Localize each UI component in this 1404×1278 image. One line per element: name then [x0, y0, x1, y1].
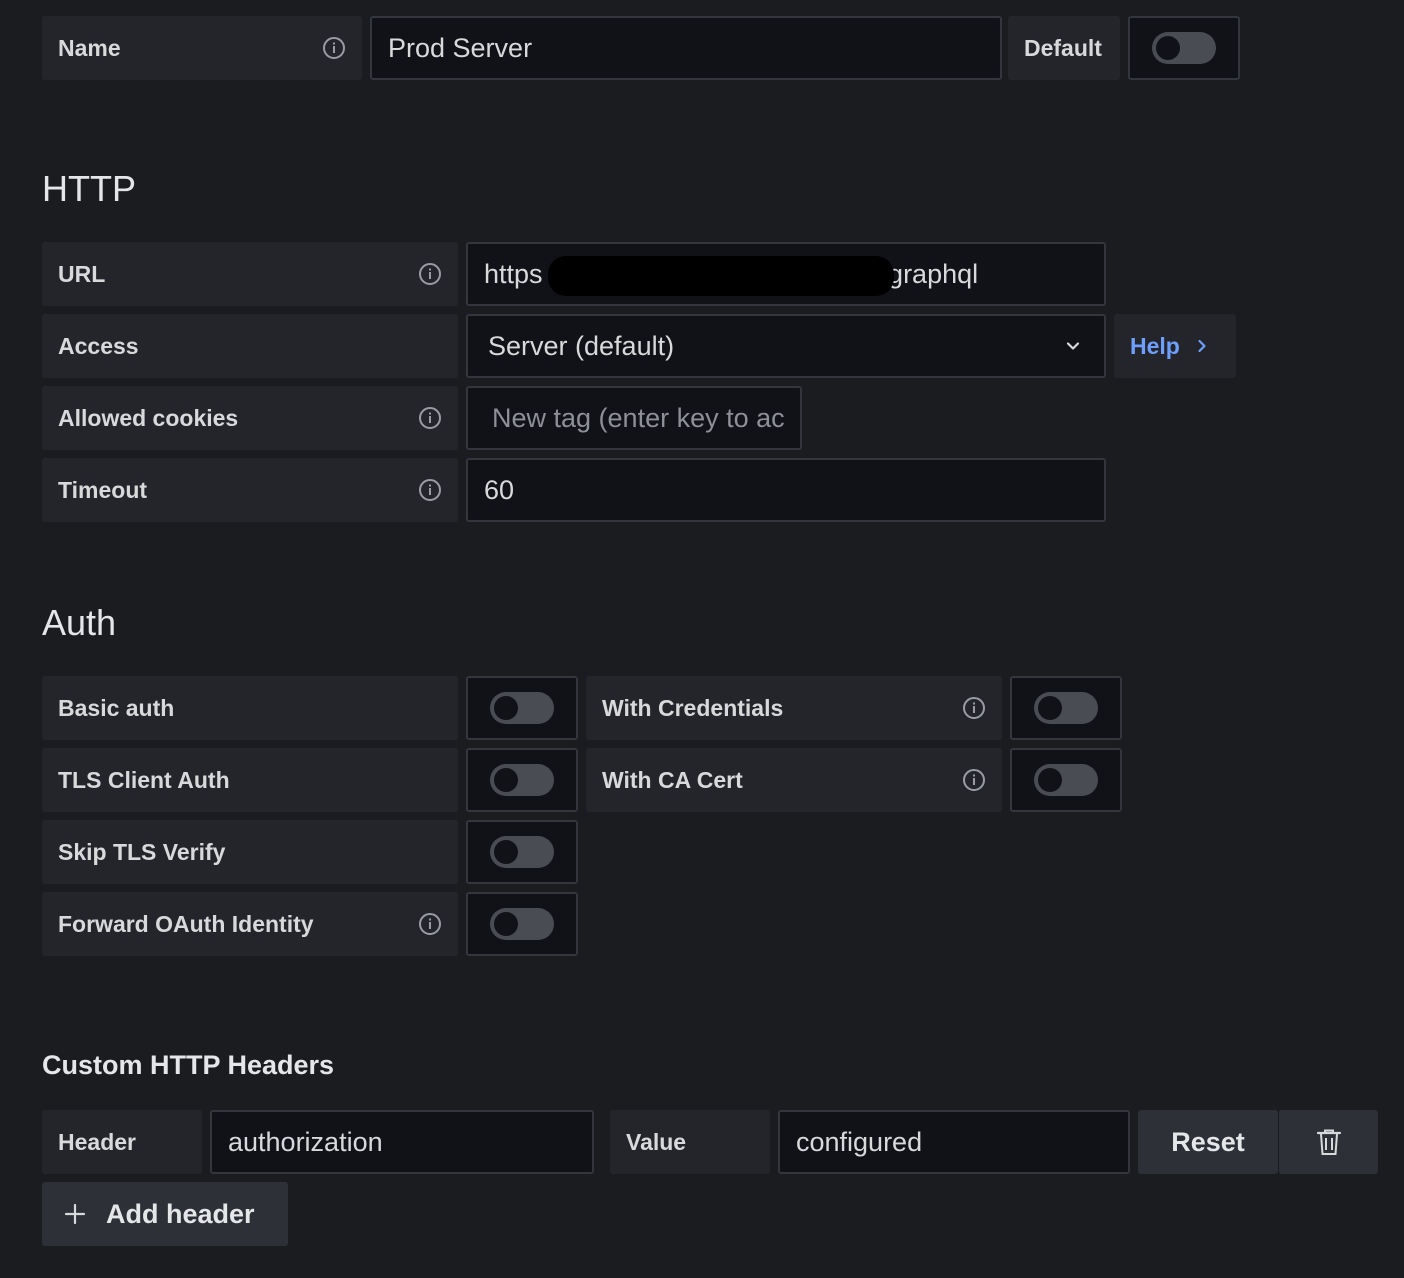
timeout-input[interactable]: 60 [466, 458, 1106, 522]
toggle-knob [1156, 36, 1180, 60]
default-label-text: Default [1024, 34, 1102, 61]
forward-oauth-toggle[interactable] [490, 908, 554, 940]
skip-tls-verify-label-text: Skip TLS Verify [58, 838, 226, 865]
header-name-input[interactable]: authorization [210, 1110, 594, 1174]
allowed-cookies-label: Allowed cookies [42, 386, 458, 450]
basic-auth-switch-container [466, 676, 578, 740]
help-button[interactable]: Help [1114, 314, 1236, 378]
add-header-button-label: Add header [106, 1198, 255, 1229]
basic-auth-label: Basic auth [42, 676, 458, 740]
tls-client-auth-label-text: TLS Client Auth [58, 766, 230, 793]
name-input[interactable]: Prod Server [370, 16, 1002, 80]
timeout-label-text: Timeout [58, 476, 148, 503]
tls-client-auth-toggle[interactable] [490, 764, 554, 796]
header-label: Header [42, 1110, 202, 1174]
access-label-text: Access [58, 332, 139, 359]
info-icon[interactable] [418, 912, 442, 936]
toggle-knob [494, 840, 518, 864]
reset-button-label: Reset [1171, 1126, 1245, 1157]
header-name-value: authorization [228, 1126, 383, 1157]
forward-oauth-label-text: Forward OAuth Identity [58, 910, 314, 937]
tls-client-auth-switch-container [466, 748, 578, 812]
http-section-title: HTTP [42, 168, 136, 209]
skip-tls-verify-toggle[interactable] [490, 836, 554, 868]
access-select[interactable]: Server (default) [466, 314, 1106, 378]
timeout-label: Timeout [42, 458, 458, 522]
value-label-text: Value [626, 1128, 687, 1155]
delete-header-button[interactable] [1278, 1110, 1378, 1174]
forward-oauth-label: Forward OAuth Identity [42, 892, 458, 956]
url-value-suffix: /graphql [880, 258, 979, 289]
toggle-knob [494, 768, 518, 792]
with-credentials-switch-container [1010, 676, 1122, 740]
timeout-input-value: 60 [484, 474, 515, 505]
info-icon[interactable] [418, 262, 442, 286]
header-label-text: Header [58, 1128, 136, 1155]
help-button-label: Help [1130, 332, 1180, 359]
url-value-prefix: https [484, 258, 543, 289]
custom-headers-title: Custom HTTP Headers [42, 1050, 335, 1080]
basic-auth-toggle[interactable] [490, 692, 554, 724]
add-header-button[interactable]: Add header [42, 1182, 288, 1246]
skip-tls-verify-switch-container [466, 820, 578, 884]
name-label-text: Name [58, 34, 121, 61]
name-label: Name [42, 16, 362, 80]
with-credentials-label: With Credentials [586, 676, 1002, 740]
with-ca-cert-toggle[interactable] [1034, 764, 1098, 796]
info-icon[interactable] [962, 768, 986, 792]
plus-icon [64, 1203, 86, 1225]
info-icon[interactable] [418, 478, 442, 502]
header-value-input[interactable]: configured [778, 1110, 1130, 1174]
with-ca-cert-label: With CA Cert [586, 748, 1002, 812]
access-label: Access [42, 314, 458, 378]
header-value-value: configured [796, 1126, 923, 1157]
toggle-knob [494, 912, 518, 936]
access-select-value: Server (default) [488, 330, 675, 361]
skip-tls-verify-label: Skip TLS Verify [42, 820, 458, 884]
with-ca-cert-label-text: With CA Cert [602, 766, 743, 793]
forward-oauth-switch-container [466, 892, 578, 956]
url-label-text: URL [58, 260, 106, 287]
reset-button[interactable]: Reset [1138, 1110, 1278, 1174]
default-toggle[interactable] [1152, 32, 1216, 64]
default-label: Default [1008, 16, 1120, 80]
toggle-knob [1038, 768, 1062, 792]
with-credentials-label-text: With Credentials [602, 694, 784, 721]
tls-client-auth-label: TLS Client Auth [42, 748, 458, 812]
redaction-mark [548, 256, 894, 296]
allowed-cookies-label-text: Allowed cookies [58, 404, 239, 431]
info-icon[interactable] [322, 36, 346, 60]
auth-section-title: Auth [42, 602, 117, 643]
allowed-cookies-placeholder: New tag (enter key to ac [492, 402, 785, 433]
url-label: URL [42, 242, 458, 306]
info-icon[interactable] [962, 696, 986, 720]
toggle-knob [1038, 696, 1062, 720]
chevron-right-icon [1194, 338, 1210, 354]
toggle-knob [494, 696, 518, 720]
default-switch-container [1128, 16, 1240, 80]
with-ca-cert-switch-container [1010, 748, 1122, 812]
info-icon[interactable] [418, 406, 442, 430]
name-input-value: Prod Server [388, 32, 533, 63]
allowed-cookies-input[interactable]: New tag (enter key to ac [466, 386, 802, 450]
trash-icon [1316, 1128, 1342, 1156]
value-label: Value [610, 1110, 770, 1174]
chevron-down-icon [1064, 337, 1082, 355]
basic-auth-label-text: Basic auth [58, 694, 175, 721]
with-credentials-toggle[interactable] [1034, 692, 1098, 724]
